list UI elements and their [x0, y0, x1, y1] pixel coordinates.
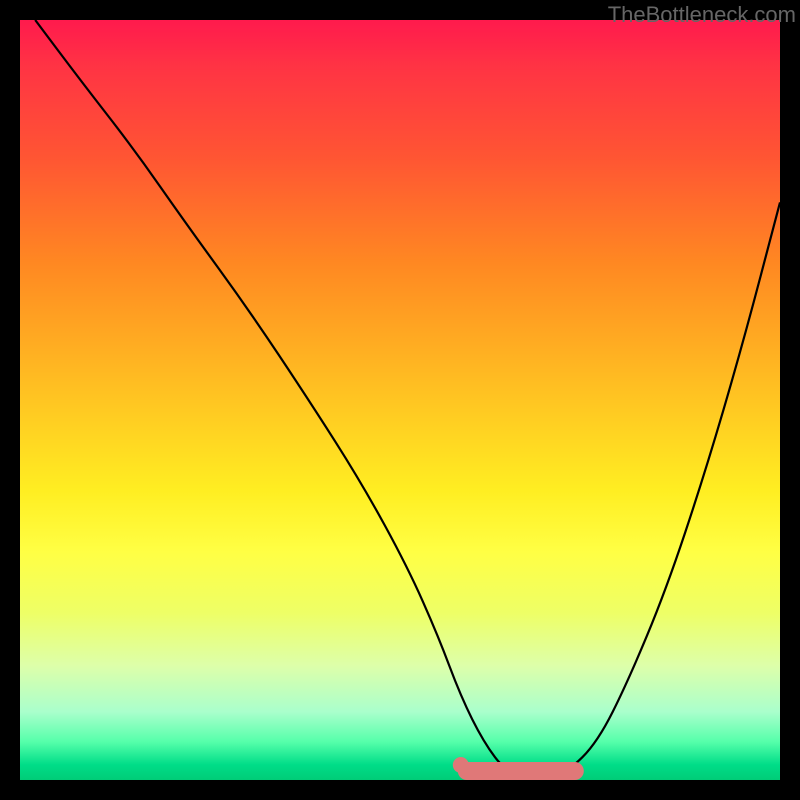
bottleneck-curve [35, 20, 780, 778]
chart-svg [20, 20, 780, 780]
watermark-text: TheBottleneck.com [608, 2, 796, 28]
plot-area [20, 20, 780, 780]
chart-container: TheBottleneck.com [0, 0, 800, 800]
